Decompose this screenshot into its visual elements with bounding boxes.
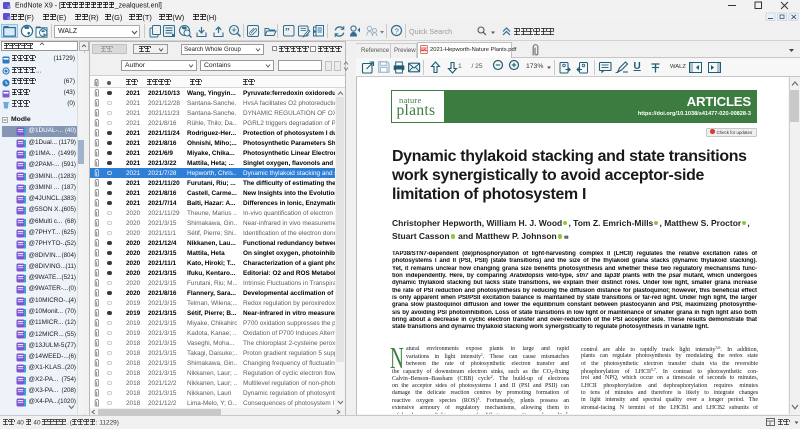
svg-text:?: ?: [394, 26, 398, 35]
svg-text:PDF: PDF: [421, 48, 427, 52]
svg-text:”: ”: [285, 28, 290, 38]
